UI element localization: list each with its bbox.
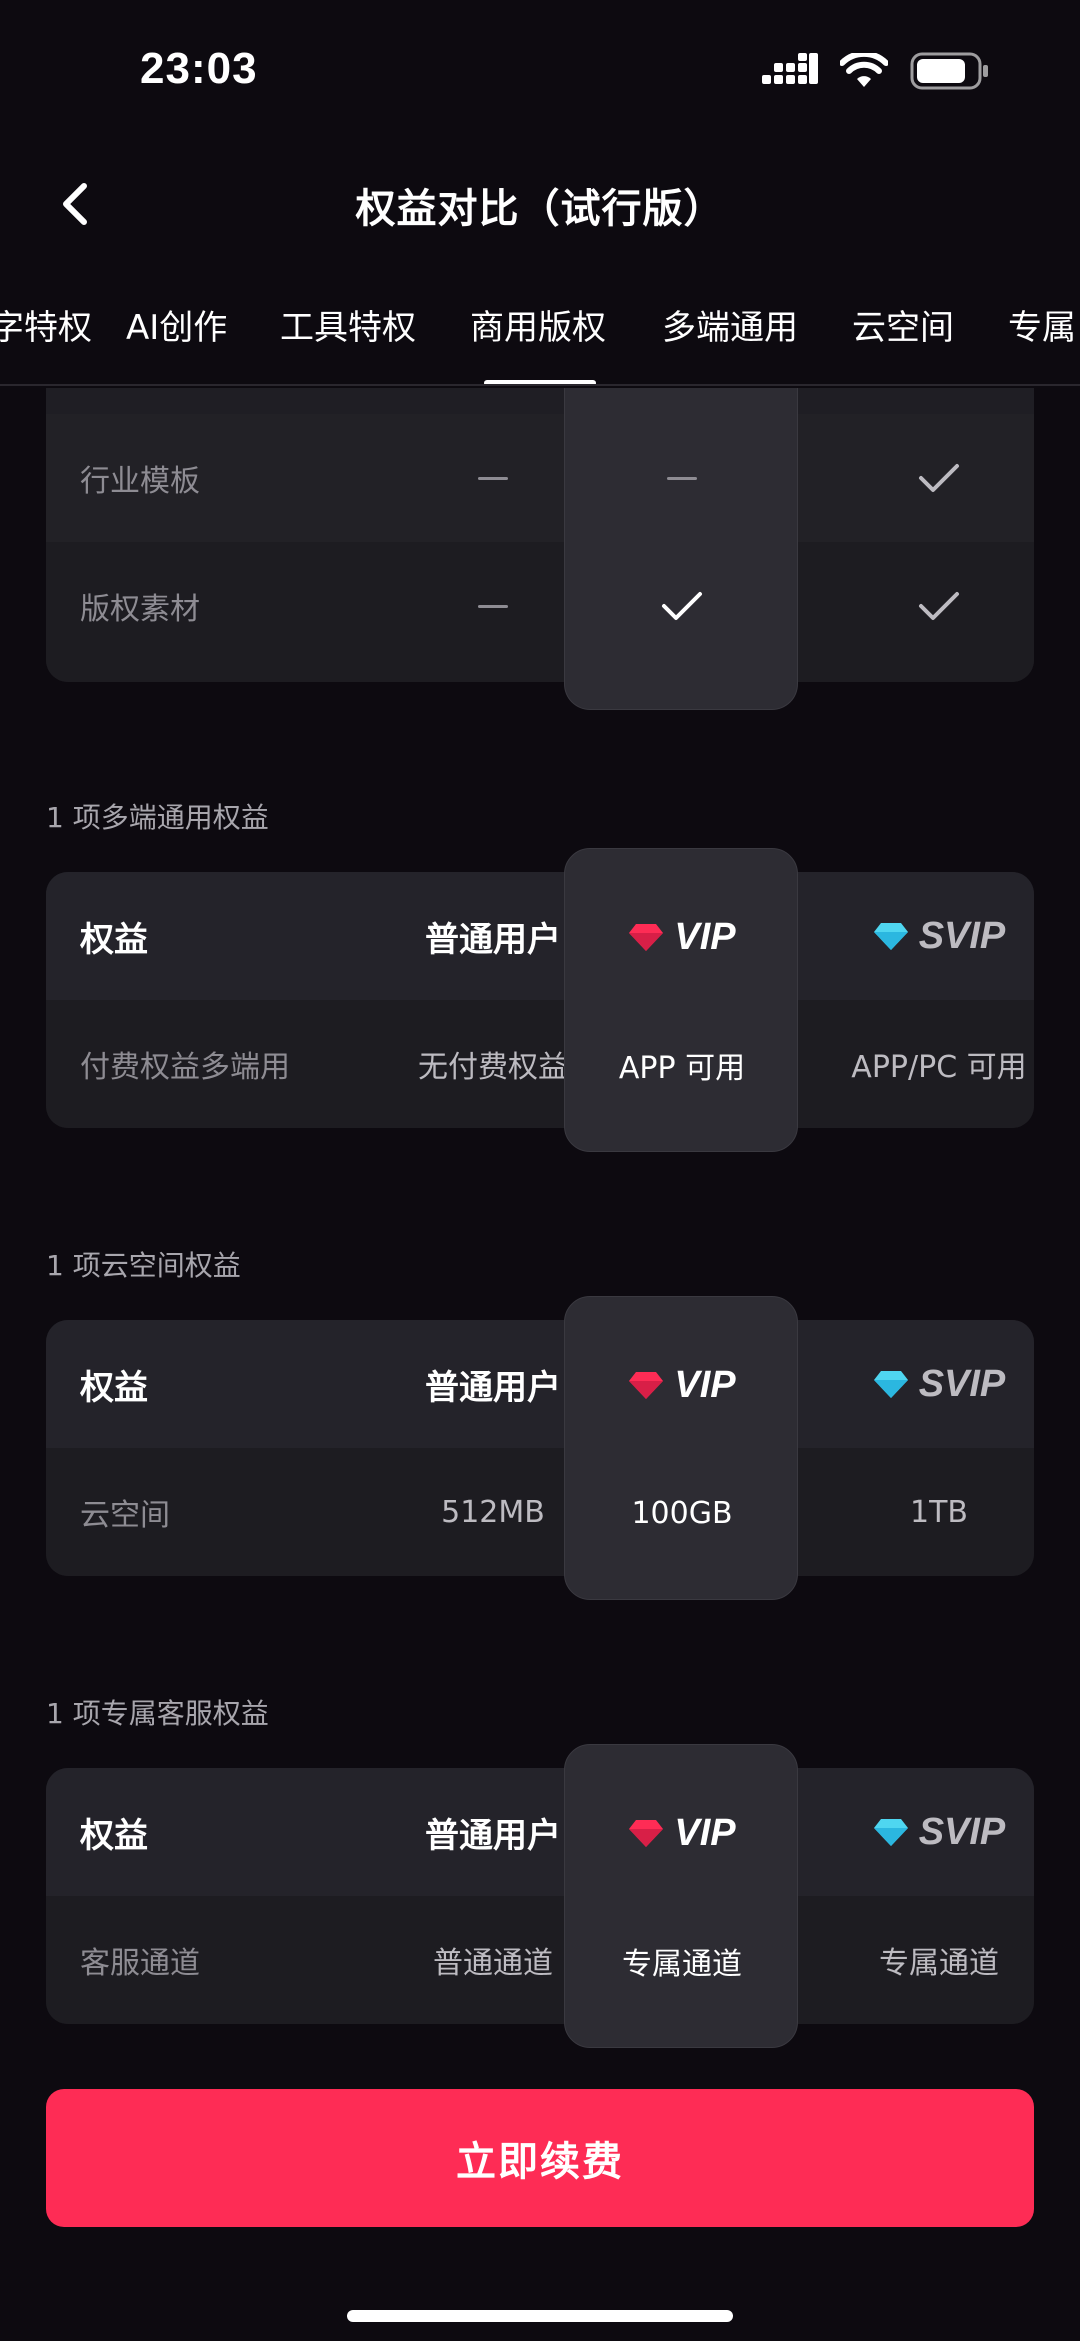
service-card: 权益 普通用户 SVIP 客服通道 普通通道 专属通道 bbox=[46, 1768, 1034, 2024]
multi-device-card: 权益 普通用户 SVIP 付费权益多端用 无付费权益 APP/PC 可用 bbox=[46, 872, 1034, 1128]
column-header-svip: SVIP bbox=[844, 1768, 1034, 1896]
svip-value: 1TB bbox=[910, 1494, 968, 1530]
table-header-row: 权益 普通用户 SVIP bbox=[46, 1320, 1034, 1448]
commercial-rows: 行业模板 版权素材 bbox=[46, 388, 1034, 682]
benefit-label: 云空间 bbox=[80, 1498, 170, 1533]
vip-label: VIP bbox=[674, 1811, 736, 1854]
column-header-vip: VIP bbox=[565, 873, 799, 1001]
status-bar: 23:03 bbox=[0, 0, 1080, 150]
tab-ai-creation[interactable]: AI创作 bbox=[126, 300, 227, 349]
tab-word-privilege[interactable]: 字特权 bbox=[0, 300, 92, 349]
tab-exclusive[interactable]: 专属 bbox=[1008, 300, 1076, 349]
benefit-label: 版权素材 bbox=[80, 592, 200, 627]
home-indicator[interactable] bbox=[347, 2310, 733, 2322]
cloud-card: 权益 普通用户 SVIP 云空间 512MB 1TB bbox=[46, 1320, 1034, 1576]
table-header-row: 权益 普通用户 SVIP bbox=[46, 872, 1034, 1000]
svip-value: APP/PC 可用 bbox=[851, 1050, 1027, 1085]
benefit-label: 客服通道 bbox=[80, 1946, 200, 1981]
table-row: 行业模板 bbox=[46, 414, 1034, 542]
vip-value: 100GB bbox=[631, 1495, 733, 1531]
diamond-icon bbox=[629, 1820, 664, 1847]
column-header-vip: VIP bbox=[565, 1321, 799, 1449]
diamond-icon bbox=[629, 924, 664, 951]
column-header-benefit: 权益 bbox=[80, 919, 148, 960]
column-header-vip: VIP bbox=[565, 1769, 799, 1897]
vip-column-highlight: VIP 100GB bbox=[564, 1296, 798, 1600]
table-header-row: 权益 普通用户 SVIP bbox=[46, 1768, 1034, 1896]
dash-icon bbox=[667, 476, 697, 480]
vip-value: 专属通道 bbox=[622, 1947, 742, 1982]
vip-label: VIP bbox=[674, 915, 736, 958]
table-row: 付费权益多端用 无付费权益 APP/PC 可用 bbox=[46, 1000, 1034, 1128]
section-title-service: 1 项专属客服权益 bbox=[46, 1697, 269, 1730]
diamond-icon bbox=[873, 1819, 908, 1846]
benefit-label: 付费权益多端用 bbox=[80, 1050, 290, 1085]
vip-column-highlight: VIP APP 可用 bbox=[564, 848, 798, 1152]
column-header-svip: SVIP bbox=[844, 1320, 1034, 1448]
tab-multi-device[interactable]: 多端通用 bbox=[662, 300, 798, 349]
tab-tool-privilege[interactable]: 工具特权 bbox=[280, 300, 416, 349]
vip-value: APP 可用 bbox=[618, 1051, 746, 1086]
status-time: 23:03 bbox=[140, 44, 258, 93]
nav-bar: 权益对比（试行版） bbox=[0, 150, 1080, 260]
vip-column-highlight bbox=[564, 388, 798, 710]
dash-icon bbox=[478, 476, 508, 480]
tab-commercial-copyright[interactable]: 商用版权 bbox=[470, 300, 606, 349]
vip-column-highlight: VIP 专属通道 bbox=[564, 1744, 798, 2048]
wifi-icon bbox=[840, 53, 888, 87]
svip-value: 专属通道 bbox=[879, 1946, 999, 1981]
table-row: 客服通道 普通通道 专属通道 bbox=[46, 1896, 1034, 2024]
check-icon bbox=[662, 592, 702, 620]
renew-button[interactable]: 立即续费 bbox=[46, 2089, 1034, 2227]
benefit-label: 行业模板 bbox=[80, 464, 200, 499]
column-header-benefit: 权益 bbox=[80, 1367, 148, 1408]
battery-icon bbox=[910, 52, 988, 90]
column-header-benefit: 权益 bbox=[80, 1815, 148, 1856]
table-row: 云空间 512MB 1TB bbox=[46, 1448, 1034, 1576]
column-header-svip: SVIP bbox=[844, 872, 1034, 1000]
diamond-icon bbox=[629, 1372, 664, 1399]
table-row: 版权素材 bbox=[46, 542, 1034, 670]
section-title-cloud: 1 项云空间权益 bbox=[46, 1249, 241, 1282]
svip-label: SVIP bbox=[918, 1362, 1006, 1405]
benefit-comparison-content[interactable]: 行业模板 行业模板 版权素材 1 项多端通用权益 bbox=[0, 388, 1080, 2088]
category-tabs: 字特权 AI创作 工具特权 商用版权 多端通用 云空间 专属 bbox=[0, 280, 1080, 386]
diamond-icon bbox=[873, 923, 908, 950]
dash-icon bbox=[478, 604, 508, 608]
signal-icon bbox=[762, 53, 818, 84]
check-icon bbox=[919, 464, 959, 492]
tab-cloud-space[interactable]: 云空间 bbox=[852, 300, 954, 349]
vip-label: VIP bbox=[674, 1363, 736, 1406]
svip-label: SVIP bbox=[918, 914, 1006, 957]
active-tab-indicator bbox=[484, 380, 596, 384]
page-title: 权益对比（试行版） bbox=[355, 186, 725, 232]
check-icon bbox=[919, 592, 959, 620]
section-title-multi-device: 1 项多端通用权益 bbox=[46, 801, 269, 834]
svip-label: SVIP bbox=[918, 1810, 1006, 1853]
diamond-icon bbox=[873, 1371, 908, 1398]
status-icons bbox=[762, 52, 990, 90]
